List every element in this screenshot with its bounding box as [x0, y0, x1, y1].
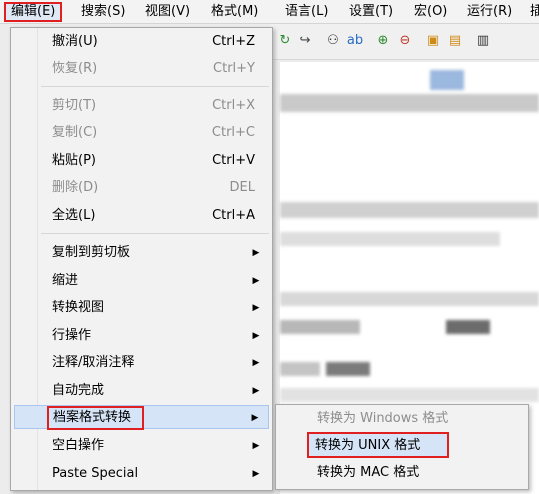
submenu-item-windows[interactable]: 转换为 Windows 格式: [279, 407, 525, 431]
menu-item-label: 注释/取消注释: [52, 355, 135, 370]
menu-item-label: 档案格式转换: [46, 406, 145, 430]
menu-item-label: 粘贴(P): [52, 153, 96, 168]
menu-separator: [41, 86, 269, 87]
eol-conversion-submenu: 转换为 Windows 格式 转换为 UNIX 格式 转换为 MAC 格式: [275, 404, 529, 490]
menu-item-label: 转换为 UNIX 格式: [315, 438, 421, 453]
menu-item-shortcut: Ctrl+A: [212, 208, 255, 223]
submenu-arrow-icon: ▶: [251, 413, 259, 423]
menu-item-label: 复制到剪切板: [52, 245, 131, 260]
blurred-line: [326, 362, 370, 376]
submenu-arrow-icon: ▶: [252, 386, 260, 396]
binoculars-icon[interactable]: ⚇: [324, 32, 342, 50]
menu-language[interactable]: 语言(L): [280, 2, 333, 22]
menu-item-delete[interactable]: 删除(D) DEL: [14, 176, 269, 200]
menu-item-paste-special[interactable]: Paste Special ▶: [14, 462, 269, 486]
toolbar: ↻ ↪ ⚇ ab ⊕ ⊖ ▣ ▤ ▥: [270, 24, 539, 60]
submenu-arrow-icon: ▶: [252, 331, 260, 341]
menu-item-shortcut: Ctrl+V: [212, 153, 255, 168]
submenu-arrow-icon: ▶: [252, 358, 260, 368]
toolbar-more-icon[interactable]: ▥: [474, 32, 492, 50]
edit-menu-dropdown: 撤消(U) Ctrl+Z 恢复(R) Ctrl+Y 剪切(T) Ctrl+X 复…: [10, 27, 273, 491]
menu-item-label: 剪切(T): [52, 98, 97, 113]
find-replace-icon[interactable]: ab: [346, 32, 364, 50]
menu-item-label: 撤消(U): [52, 34, 98, 49]
menu-item-comment[interactable]: 注释/取消注释 ▶: [14, 351, 269, 375]
menu-item-cut[interactable]: 剪切(T) Ctrl+X: [14, 94, 269, 118]
blurred-line: [280, 362, 320, 376]
menu-item-copy-to-clipboard[interactable]: 复制到剪切板 ▶: [14, 241, 269, 265]
menu-item-undo[interactable]: 撤消(U) Ctrl+Z: [14, 30, 269, 54]
redo-icon[interactable]: ↻: [276, 32, 294, 50]
submenu-arrow-icon: ▶: [252, 248, 260, 258]
blurred-line: [280, 292, 539, 306]
menu-item-redo[interactable]: 恢复(R) Ctrl+Y: [14, 57, 269, 81]
menu-item-convert-case[interactable]: 转换视图 ▶: [14, 296, 269, 320]
menu-item-label: 转换为 Windows 格式: [317, 411, 449, 426]
blurred-line: [280, 232, 500, 246]
submenu-arrow-icon: ▶: [252, 276, 260, 286]
menu-plugins[interactable]: 插: [525, 2, 539, 22]
blurred-line: [280, 388, 539, 402]
menu-item-shortcut: Ctrl+X: [212, 98, 255, 113]
menu-search[interactable]: 搜索(S): [76, 2, 130, 22]
menu-item-paste[interactable]: 粘贴(P) Ctrl+V: [14, 149, 269, 173]
menu-item-label: 缩进: [52, 273, 79, 288]
menu-item-label: 复制(C): [52, 125, 98, 140]
blurred-line: [280, 320, 360, 334]
menu-item-auto-complete[interactable]: 自动完成 ▶: [14, 379, 269, 403]
blurred-block: [430, 70, 464, 90]
menu-run[interactable]: 运行(R): [462, 2, 517, 22]
redo-icon[interactable]: ↪: [296, 32, 314, 50]
menu-item-label: Paste Special: [52, 466, 139, 481]
menu-item-label: 转换视图: [52, 300, 105, 315]
blurred-line: [446, 320, 490, 334]
menu-item-shortcut: DEL: [229, 180, 255, 195]
menu-edit[interactable]: 编辑(E): [4, 2, 63, 22]
submenu-item-mac[interactable]: 转换为 MAC 格式: [279, 461, 525, 485]
zoom-out-icon[interactable]: ⊖: [396, 32, 414, 50]
menu-macro[interactable]: 宏(O): [409, 2, 452, 22]
menu-item-shortcut: Ctrl+Z: [212, 34, 255, 49]
zoom-in-icon[interactable]: ⊕: [374, 32, 392, 50]
menu-item-label: 空白操作: [52, 438, 105, 453]
menu-separator: [41, 233, 269, 234]
menu-view[interactable]: 视图(V): [140, 2, 195, 22]
wrap-icon[interactable]: ▤: [446, 32, 464, 50]
submenu-arrow-icon: ▶: [252, 469, 260, 479]
menu-item-shortcut: Ctrl+Y: [213, 61, 255, 76]
menu-item-blank-operations[interactable]: 空白操作 ▶: [14, 434, 269, 458]
menu-item-copy[interactable]: 复制(C) Ctrl+C: [14, 121, 269, 145]
menu-item-label: 删除(D): [52, 180, 99, 195]
menu-item-eol-conversion[interactable]: 档案格式转换 ▶: [14, 405, 269, 430]
menu-format[interactable]: 格式(M): [206, 2, 263, 22]
menu-item-label: 恢复(R): [52, 61, 98, 76]
submenu-arrow-icon: ▶: [252, 441, 260, 451]
menu-item-select-all[interactable]: 全选(L) Ctrl+A: [14, 204, 269, 228]
menu-item-label: 行操作: [52, 328, 92, 343]
blurred-line: [280, 94, 539, 112]
menu-item-shortcut: Ctrl+C: [211, 125, 255, 140]
menu-item-label: 转换为 MAC 格式: [317, 465, 420, 480]
menu-item-indent[interactable]: 缩进 ▶: [14, 269, 269, 293]
menu-item-line-operations[interactable]: 行操作 ▶: [14, 324, 269, 348]
blurred-line: [280, 202, 539, 218]
submenu-arrow-icon: ▶: [252, 303, 260, 313]
menu-settings[interactable]: 设置(T): [344, 2, 398, 22]
menu-bar: 编辑(E) 搜索(S) 视图(V) 格式(M) 语言(L) 设置(T) 宏(O)…: [0, 0, 539, 24]
menu-item-label: 全选(L): [52, 208, 96, 223]
submenu-item-unix[interactable]: 转换为 UNIX 格式: [307, 432, 449, 458]
sync-icon[interactable]: ▣: [424, 32, 442, 50]
menu-item-label: 自动完成: [52, 383, 105, 398]
